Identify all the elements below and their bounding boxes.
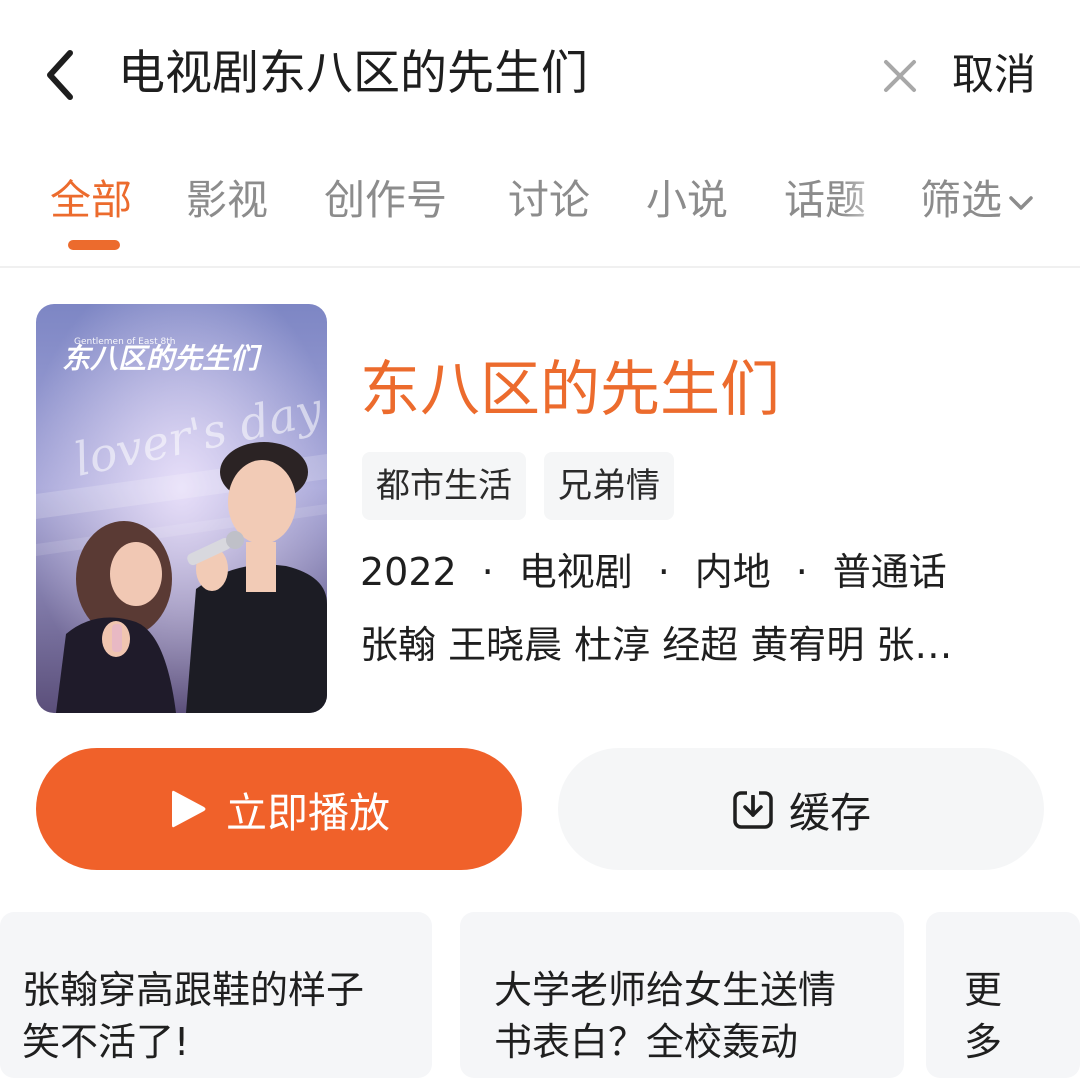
cache-label: 缓存	[789, 789, 871, 837]
meta-region: 内地	[694, 550, 771, 594]
close-icon	[884, 60, 916, 92]
cancel-button[interactable]: 取消	[952, 40, 1036, 110]
related-video-title-line: 笑不活了!	[22, 1020, 190, 1064]
filter-label: 筛选	[920, 176, 1002, 224]
search-input[interactable]: 电视剧东八区的先生们	[118, 38, 588, 110]
filter-button[interactable]: 筛选	[920, 172, 1036, 228]
tab-novel[interactable]: 小说	[646, 172, 728, 228]
meta-info: 2022 · 电视剧 · 内地 · 普通话	[360, 542, 947, 602]
tab-all[interactable]: 全部	[50, 172, 132, 228]
result-title[interactable]: 东八区的先生们	[360, 352, 780, 428]
play-icon	[172, 790, 206, 828]
meta-separator: ·	[657, 550, 670, 594]
related-video-card[interactable]: 张翰穿高跟鞋的样子 笑不活了!	[0, 912, 432, 1078]
meta-separator: ·	[795, 550, 808, 594]
download-icon	[733, 789, 773, 829]
tab-creator[interactable]: 创作号	[324, 172, 447, 228]
more-label-line: 多	[964, 1020, 1003, 1064]
active-tab-indicator	[68, 240, 120, 250]
related-video-card[interactable]: 大学老师给女生送情 书表白？全校轰动	[460, 912, 904, 1078]
meta-year: 2022	[360, 550, 457, 594]
more-card[interactable]: 更 多	[926, 912, 1080, 1078]
meta-separator: ·	[481, 550, 494, 594]
genre-tag[interactable]: 都市生活	[362, 452, 526, 520]
genre-tag[interactable]: 兄弟情	[544, 452, 674, 520]
poster-image[interactable]: lover's day Gentlemen of East 8th 东八区的先生…	[36, 304, 327, 713]
meta-type: 电视剧	[518, 550, 633, 594]
related-video-title-line: 张翰穿高跟鞋的样子	[22, 968, 365, 1012]
search-header: 电视剧东八区的先生们 取消	[0, 0, 1080, 150]
chevron-left-icon	[47, 50, 73, 100]
tab-bar: 全部 影视 创作号 讨论 小说 话题 筛选	[0, 150, 1080, 268]
tab-video[interactable]: 影视	[186, 172, 268, 228]
back-button[interactable]	[30, 40, 90, 110]
tab-topic[interactable]: 话题	[784, 172, 866, 228]
related-video-title-line: 书表白？全校轰动	[494, 1020, 799, 1064]
poster-title: 东八区的先生们	[62, 342, 263, 375]
play-now-label: 立即播放	[226, 789, 390, 837]
more-label-line: 更	[964, 968, 1003, 1012]
play-now-button[interactable]: 立即播放	[36, 748, 522, 870]
cast-list: 张翰 王晓晨 杜淳 经超 黄宥明 张…	[360, 623, 953, 667]
tab-discussion[interactable]: 讨论	[508, 172, 590, 228]
chevron-down-icon	[1009, 196, 1033, 210]
cache-button[interactable]: 缓存	[558, 748, 1044, 870]
related-video-title-line: 大学老师给女生送情	[494, 968, 837, 1012]
meta-language: 普通话	[832, 550, 947, 594]
clear-search-button[interactable]	[872, 48, 928, 104]
